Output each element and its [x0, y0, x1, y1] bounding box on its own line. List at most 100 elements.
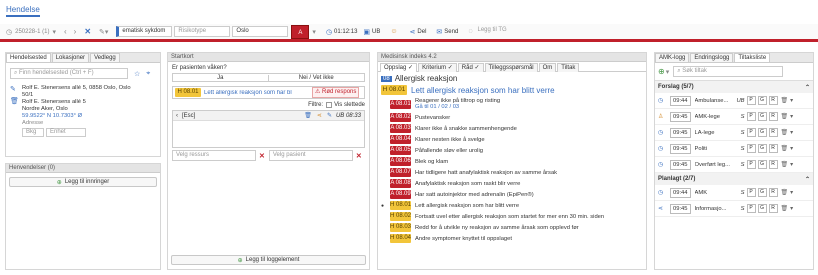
- tab-lokasjoner[interactable]: Lokasjoner: [51, 53, 90, 62]
- action-row[interactable]: ◷ 09:45 Overført leg... S P G R 🗑 ▾: [655, 157, 813, 173]
- action-delete-icon[interactable]: 🗑: [781, 145, 789, 152]
- add-action-icon[interactable]: ⊕: [658, 67, 665, 76]
- action-dropdown-icon[interactable]: ▾: [790, 162, 793, 168]
- unit-field[interactable]: Enhet: [46, 128, 86, 137]
- edit-icon[interactable]: ✎▾: [99, 28, 108, 36]
- index-item[interactable]: A 08.08 Anafylaktisk reaksjon som raskt b…: [378, 178, 646, 189]
- tab-tilleggsporsmal[interactable]: Tilleggsspørsmål: [484, 62, 538, 72]
- priority-badge[interactable]: A: [291, 24, 310, 39]
- collapse-icon[interactable]: ‹: [176, 113, 178, 119]
- index-item[interactable]: A 08.02 Pustevansker: [378, 112, 646, 123]
- action-g-button[interactable]: G: [757, 128, 767, 137]
- bkg-field[interactable]: Bkg: [22, 128, 44, 137]
- person-icon[interactable]: ☺: [390, 28, 397, 35]
- action-p-button[interactable]: P: [746, 204, 756, 213]
- action-delete-icon[interactable]: 🗑: [781, 97, 789, 104]
- answer-yes[interactable]: Ja: [173, 74, 269, 81]
- tab-amk-logg[interactable]: AMK-logg: [655, 53, 690, 62]
- tab-hendelsested[interactable]: Hendelsested: [6, 53, 51, 62]
- tab-kriterium[interactable]: Kriterium ✓: [418, 62, 457, 72]
- action-r-button[interactable]: R: [768, 204, 778, 213]
- tab-om[interactable]: Om: [538, 62, 557, 72]
- add-log-button[interactable]: ⊕ Legg til loggelement: [171, 255, 366, 265]
- send-icon[interactable]: ✉: [436, 28, 442, 36]
- resource-select[interactable]: Velg ressurs: [172, 150, 256, 161]
- location-search-input[interactable]: ⌕ Finn hendelsested (Ctrl + F): [10, 68, 128, 79]
- action-g-button[interactable]: G: [757, 204, 767, 213]
- share-icon[interactable]: ⋖: [410, 28, 416, 36]
- action-dropdown-icon[interactable]: ▾: [790, 190, 793, 196]
- forslag-collapse-icon[interactable]: ⌃: [805, 84, 810, 91]
- action-time[interactable]: 09:45: [670, 159, 691, 170]
- log-textarea[interactable]: [173, 121, 364, 147]
- location-field[interactable]: Oslo: [232, 26, 289, 37]
- action-r-button[interactable]: R: [768, 112, 778, 121]
- tag-search-input[interactable]: Legg til TG: [474, 26, 518, 37]
- priority-dropdown-icon[interactable]: ▾: [312, 28, 316, 36]
- answer-no[interactable]: Nei / Vet ikke: [269, 75, 365, 81]
- log-share-icon[interactable]: ⋖: [317, 112, 322, 119]
- action-row[interactable]: ♙ 09:45 AMK-lege S P G R 🗑 ▾: [655, 109, 813, 125]
- index-item[interactable]: A 08.05 Påfallende sløv eller urolig: [378, 145, 646, 156]
- add-caller-button[interactable]: ⊕ Legg til innringer: [9, 177, 157, 187]
- index-item[interactable]: A 08.07 Har tidligere hatt anafylaktisk r…: [378, 167, 646, 178]
- tab-endringslogg[interactable]: Endringslogg: [690, 53, 734, 62]
- index-item[interactable]: H 08.03 Redd for å utvikle ny reaksjon av…: [378, 222, 646, 233]
- action-r-button[interactable]: R: [768, 188, 778, 197]
- index-item[interactable]: A 08.01 Reagerer ikke på tiltrop og risti…: [378, 96, 646, 112]
- action-time[interactable]: 09:45: [670, 127, 691, 138]
- incident-type-field[interactable]: ematisk sykdom: [116, 26, 173, 37]
- selected-code-text[interactable]: Lett allergisk reaksjon som har bl: [204, 90, 310, 96]
- action-dropdown-icon[interactable]: ▾: [790, 130, 793, 136]
- pin-icon[interactable]: ⌖: [146, 70, 150, 78]
- planlagt-collapse-icon[interactable]: ⌃: [805, 176, 810, 183]
- show-deleted-checkbox[interactable]: [326, 102, 333, 108]
- case-dropdown-icon[interactable]: ▾: [52, 28, 56, 36]
- action-dropdown-icon[interactable]: ▾: [790, 146, 793, 152]
- log-delete-icon[interactable]: 🗑: [304, 112, 312, 119]
- send-button[interactable]: Send: [444, 29, 458, 35]
- action-dropdown-icon[interactable]: ▾: [790, 206, 793, 212]
- action-p-button[interactable]: P: [746, 188, 756, 197]
- action-r-button[interactable]: R: [768, 160, 778, 169]
- tab-tiltaksliste[interactable]: Tiltaksliste: [734, 53, 771, 62]
- action-time[interactable]: 09:44: [670, 95, 691, 106]
- action-p-button[interactable]: P: [746, 96, 756, 105]
- action-r-button[interactable]: R: [768, 96, 778, 105]
- index-item-goto[interactable]: Gå til 01 / 02 / 03: [415, 104, 500, 110]
- back-icon[interactable]: ‹: [64, 27, 67, 36]
- edit-address-icon[interactable]: ✎: [10, 85, 16, 93]
- action-g-button[interactable]: G: [757, 160, 767, 169]
- delete-address-icon[interactable]: 🗑: [10, 97, 19, 105]
- action-delete-icon[interactable]: 🗑: [781, 161, 789, 168]
- action-g-button[interactable]: G: [757, 112, 767, 121]
- action-search-input[interactable]: ⌕ Søk tiltak: [673, 66, 784, 77]
- close-case-icon[interactable]: ✕: [84, 27, 91, 36]
- index-item[interactable]: ● H 08.01 Lett allergisk reaksjon som har …: [378, 200, 646, 211]
- add-action-dropdown-icon[interactable]: ▾: [666, 68, 670, 76]
- action-time[interactable]: 09:44: [670, 187, 691, 198]
- action-g-button[interactable]: G: [757, 96, 767, 105]
- index-item[interactable]: A 08.09 Har satt autoinjektor med adrenal…: [378, 189, 646, 200]
- tab-vedlegg[interactable]: Vedlegg: [90, 53, 120, 62]
- action-g-button[interactable]: G: [757, 144, 767, 153]
- action-delete-icon[interactable]: 🗑: [781, 113, 789, 120]
- index-item[interactable]: A 08.03 Klarer ikke å snakke sammenhengen…: [378, 123, 646, 134]
- action-time[interactable]: 09:45: [670, 203, 691, 214]
- tab-oppslag[interactable]: Oppslag ✓: [380, 62, 418, 72]
- action-time[interactable]: 09:45: [670, 143, 691, 154]
- action-p-button[interactable]: P: [746, 160, 756, 169]
- action-delete-icon[interactable]: 🗑: [781, 129, 789, 136]
- action-delete-icon[interactable]: 🗑: [781, 189, 789, 196]
- unit-label[interactable]: UB: [372, 29, 380, 35]
- action-p-button[interactable]: P: [746, 144, 756, 153]
- action-r-button[interactable]: R: [768, 144, 778, 153]
- clear-patient-icon[interactable]: ✕: [356, 152, 362, 160]
- action-r-button[interactable]: R: [768, 128, 778, 137]
- case-id[interactable]: 250228-1 (1): [15, 29, 49, 35]
- clear-resource-icon[interactable]: ✕: [259, 152, 265, 160]
- index-item[interactable]: A 08.06 Blek og klam: [378, 156, 646, 167]
- action-row[interactable]: ◷ 09:45 Politi S P G R 🗑 ▾: [655, 141, 813, 157]
- tab-tiltak[interactable]: Tiltak: [557, 62, 580, 72]
- index-item[interactable]: H 08.04 Andre symptomer knyttet til oppsl…: [378, 233, 646, 244]
